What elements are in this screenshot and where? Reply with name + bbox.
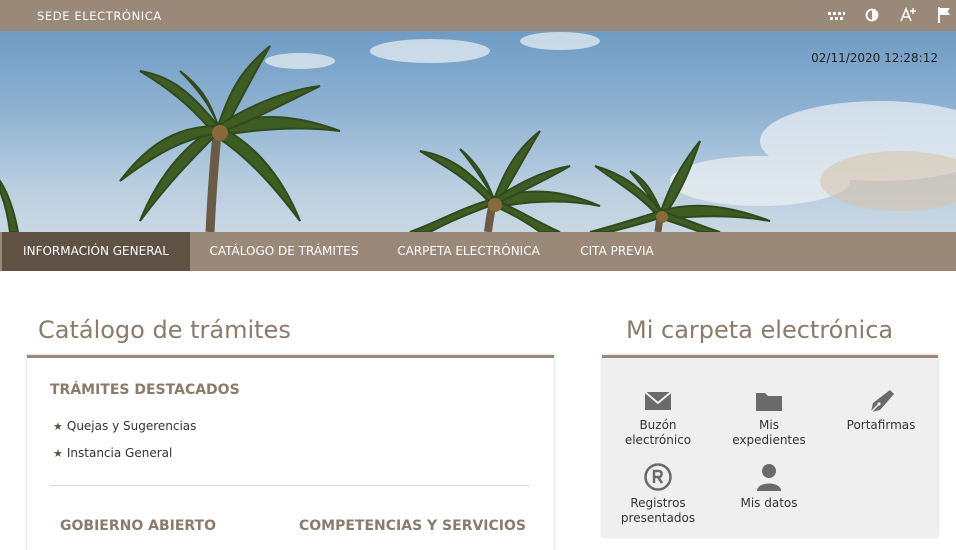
flag-icon[interactable]	[934, 5, 954, 25]
star-icon: ★	[53, 447, 63, 460]
tile-mis-datos[interactable]: Mis datos	[714, 462, 824, 511]
catalog-panel: TRÁMITES DESTACADOS ★ Quejas y Sugerencia…	[27, 355, 554, 550]
contrast-icon[interactable]	[862, 5, 882, 25]
tile-label: Portafirmas	[846, 418, 916, 432]
registered-icon	[644, 463, 672, 491]
top-bar: SEDE ELECTRÓNICA	[0, 0, 956, 31]
tile-label: Mis expedientes	[732, 418, 806, 447]
catalog-title: Catálogo de trámites	[38, 316, 291, 344]
tile-mis-expedientes[interactable]: Mis expedientes	[714, 388, 824, 448]
tile-buzon-electronico[interactable]: Buzón electrónico	[603, 388, 713, 448]
tile-label: Mis datos	[740, 496, 798, 510]
tile-label: Buzón electrónico	[624, 418, 692, 447]
link-quejas-sugerencias[interactable]: ★ Quejas y Sugerencias	[53, 419, 196, 433]
pen-nib-icon	[870, 390, 894, 413]
site-title[interactable]: SEDE ELECTRÓNICA	[37, 9, 162, 23]
apps-icon[interactable]	[826, 5, 846, 25]
featured-heading: TRÁMITES DESTACADOS	[50, 382, 240, 398]
section-competencias-servicios[interactable]: COMPETENCIAS Y SERVICIOS	[299, 518, 526, 534]
font-size-icon[interactable]	[898, 5, 918, 25]
link-instancia-general[interactable]: ★ Instancia General	[53, 446, 172, 460]
star-icon: ★	[53, 420, 63, 433]
section-gobierno-abierto[interactable]: GOBIERNO ABIERTO	[60, 518, 216, 534]
link-label: Instancia General	[66, 446, 173, 460]
hero-banner: 02/11/2020 12:28:12	[0, 31, 956, 232]
divider	[50, 485, 529, 486]
folder-icon	[756, 393, 782, 411]
user-icon	[757, 464, 781, 491]
nav-catalogo-tramites[interactable]: CATÁLOGO DE TRÁMITES	[190, 232, 378, 271]
nav-informacion-general[interactable]: INFORMACIÓN GENERAL	[2, 232, 190, 271]
tile-portafirmas[interactable]: Portafirmas	[826, 388, 936, 433]
nav-carpeta-electronica[interactable]: CARPETA ELECTRÓNICA	[378, 232, 559, 271]
envelope-icon	[644, 391, 672, 410]
tile-label: Registros presentados	[620, 496, 696, 525]
main-nav: INFORMACIÓN GENERAL CATÁLOGO DE TRÁMITES…	[0, 232, 956, 271]
link-label: Quejas y Sugerencias	[66, 419, 197, 433]
current-datetime: 02/11/2020 12:28:12	[811, 51, 938, 65]
nav-cita-previa[interactable]: CITA PREVIA	[559, 232, 675, 271]
tile-registros-presentados[interactable]: Registros presentados	[603, 462, 713, 526]
folder-panel: Buzón electrónico Mis expedientes Portafir…	[602, 355, 938, 537]
folder-title: Mi carpeta electrónica	[626, 316, 894, 344]
